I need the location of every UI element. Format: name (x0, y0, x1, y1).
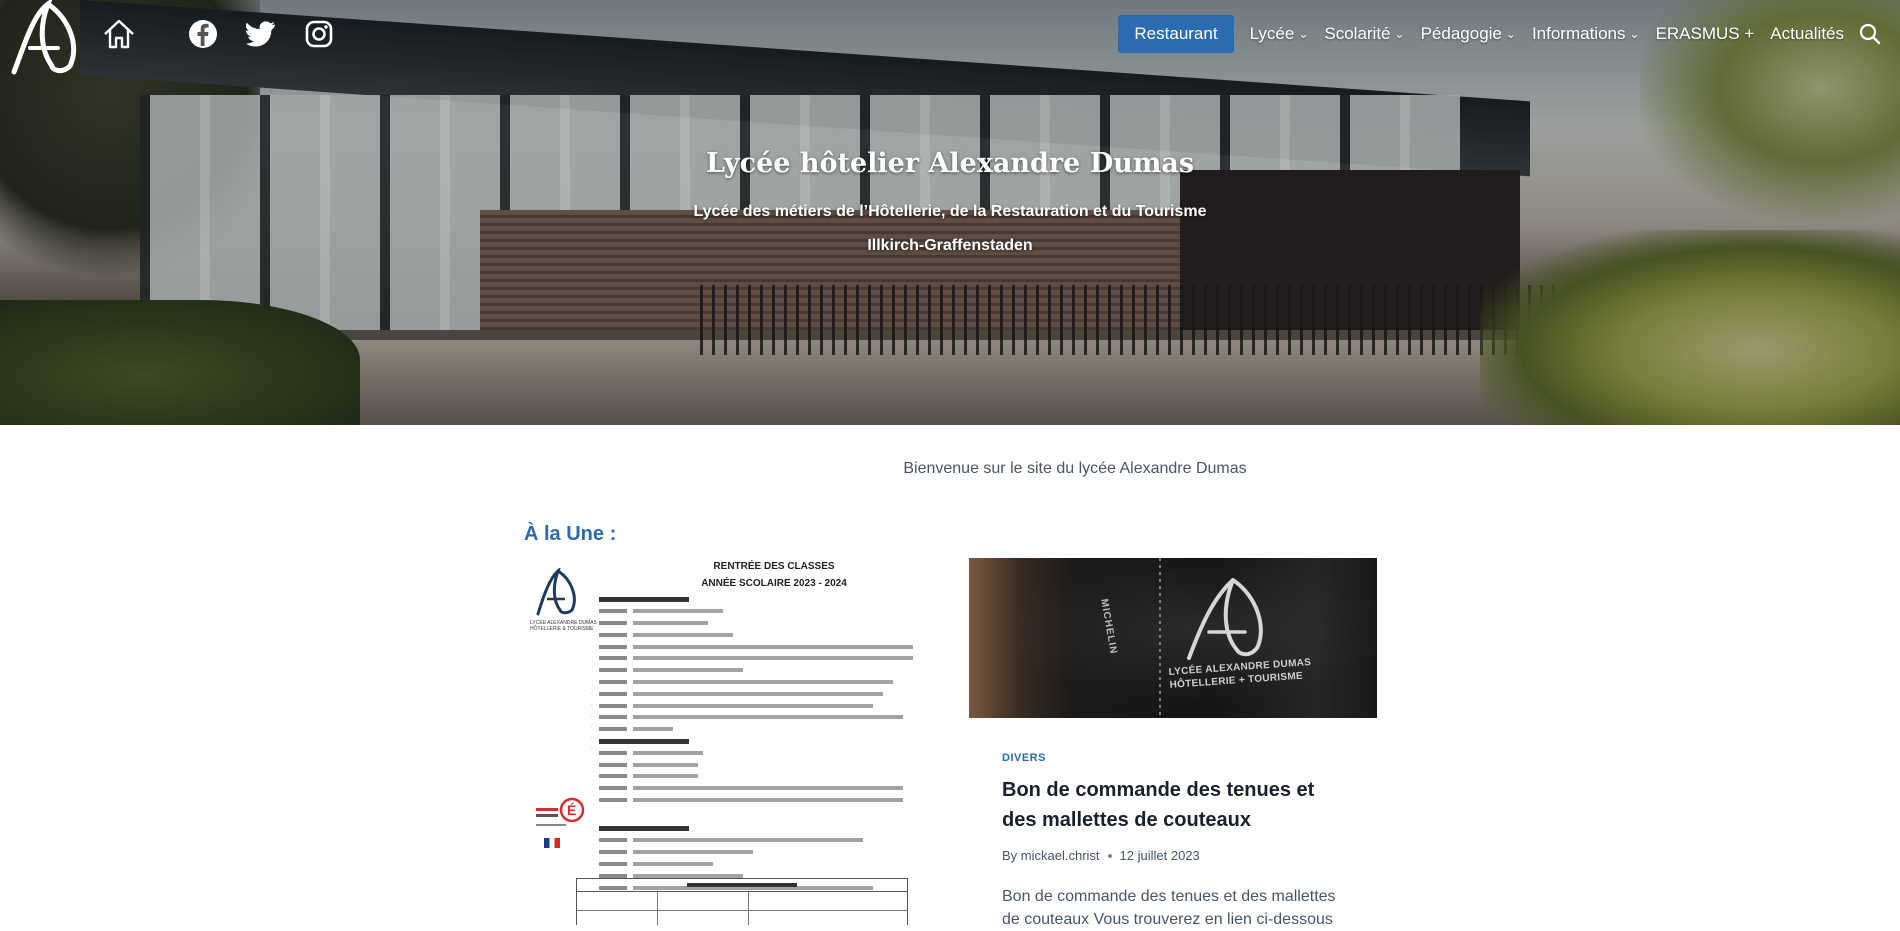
hero-location: Illkirch-Graffenstaden (867, 237, 1033, 254)
chevron-down-icon: ⌄ (1629, 27, 1640, 41)
main-nav: Restaurant Lycée ⌄ Scolarité ⌄ Pédagogie ⌄ … (1118, 15, 1888, 53)
poster-logo (536, 568, 576, 616)
nav-actualites[interactable]: Actualités (1762, 15, 1852, 53)
instagram-icon[interactable] (301, 16, 337, 52)
hero-subtitle: Lycée des métiers de l’Hôtellerie, de la… (693, 203, 1207, 220)
nav-restaurant[interactable]: Restaurant (1118, 15, 1234, 53)
nav-scolarite[interactable]: Scolarité ⌄ (1316, 15, 1412, 53)
post-category[interactable]: DIVERS (1002, 752, 1046, 764)
twitter-icon[interactable] (243, 16, 279, 52)
welcome-text: Bienvenue sur le site du lycée Alexandre… (903, 460, 1247, 477)
embroidered-logo (1187, 578, 1263, 660)
meta-separator (1107, 853, 1112, 858)
poster-table (576, 878, 908, 925)
chevron-down-icon: ⌄ (1394, 27, 1405, 41)
hero-banner: Lycée hôtelier Alexandre Dumas Lycée des… (0, 0, 1900, 425)
featured-heading: À la Une : (524, 523, 617, 545)
french-flag-icon (544, 838, 560, 848)
search-icon[interactable] (1852, 15, 1888, 53)
nav-informations[interactable]: Informations ⌄ (1524, 15, 1648, 53)
nav-lycee[interactable]: Lycée ⌄ (1242, 15, 1317, 53)
poster-title: RENTRÉE DES CLASSES ANNÉE SCOLAIRE 2023 … (701, 561, 847, 589)
post-date: 12 juillet 2023 (1119, 848, 1200, 863)
post-thumbnail[interactable]: MICHELIN LYCÉE ALEXANDRE DUMAS HÔTELLERI… (969, 558, 1377, 718)
post-author[interactable]: By mickael.christ (1002, 848, 1100, 863)
post-title[interactable]: Bon de commande des tenues et des mallet… (1002, 775, 1342, 835)
poster-logo-caption: LYCÉE ALEXANDRE DUMAS HÔTELLERIE & TOURIS… (530, 620, 597, 632)
poster-schedule (599, 596, 919, 896)
hero-title: Lycée hôtelier Alexandre Dumas (705, 148, 1195, 179)
nav-pedagogie[interactable]: Pédagogie ⌄ (1413, 15, 1524, 53)
post-excerpt: Bon de commande des tenues et des mallet… (1002, 888, 1336, 928)
home-icon[interactable] (101, 16, 137, 52)
site-logo[interactable] (8, 0, 84, 76)
rentree-poster[interactable]: LYCÉE ALEXANDRE DUMAS HÔTELLERIE & TOURIS… (524, 558, 924, 925)
svg-text:É: É (567, 802, 576, 818)
post-meta: By mickael.christ 12 juillet 2023 (1002, 848, 1200, 863)
poster-address: · · · · · · (590, 691, 593, 751)
academie-logo: É (536, 797, 585, 826)
nav-erasmus[interactable]: ERASMUS + (1648, 15, 1763, 53)
chevron-down-icon: ⌄ (1298, 27, 1309, 41)
facebook-icon[interactable] (185, 16, 221, 52)
chevron-down-icon: ⌄ (1505, 27, 1516, 41)
